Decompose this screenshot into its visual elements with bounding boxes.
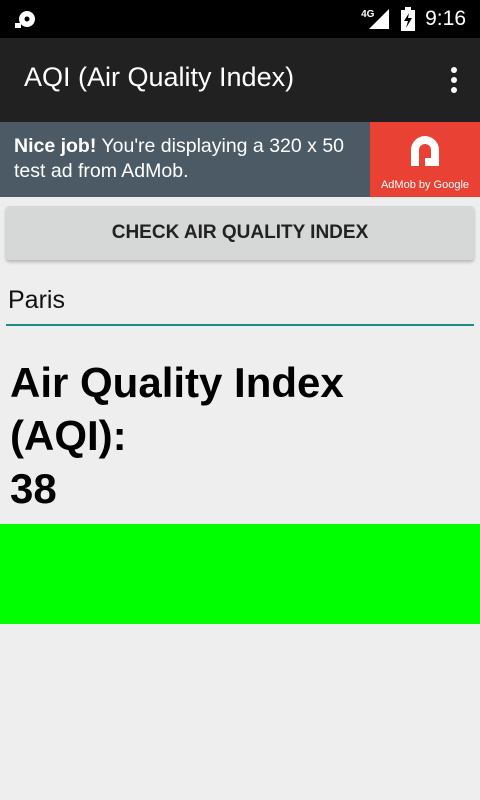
app-bar: AQI (Air Quality Index) (0, 38, 480, 122)
sync-disc-icon (15, 11, 35, 28)
city-input[interactable] (6, 282, 474, 326)
aqi-label-line2: (AQI): (10, 412, 127, 459)
check-aqi-button[interactable]: CHECK AIR QUALITY INDEX (6, 206, 474, 260)
status-icons: 4G 9:16 (361, 0, 466, 38)
app-title: AQI (Air Quality Index) (24, 62, 295, 92)
ad-text: Nice job! You're displaying a 320 x 50 t… (14, 134, 364, 184)
aqi-color-indicator (0, 524, 480, 624)
ad-bold-text: Nice job! (14, 135, 97, 157)
clock: 9:16 (425, 7, 466, 30)
overflow-menu-icon[interactable] (448, 66, 460, 94)
status-bar: 4G 9:16 (0, 0, 480, 38)
aqi-result: Air Quality Index (AQI): 38 (10, 356, 470, 515)
battery-charging-icon (401, 7, 416, 31)
aqi-label-line1: Air Quality Index (10, 359, 344, 406)
ad-banner[interactable]: Nice job! You're displaying a 320 x 50 t… (0, 122, 480, 197)
admob-icon (411, 136, 439, 166)
admob-caption: AdMob by Google (380, 179, 470, 191)
aqi-value: 38 (10, 465, 57, 512)
admob-logo: AdMob by Google (370, 122, 480, 197)
signal-icon: 4G (361, 7, 391, 31)
